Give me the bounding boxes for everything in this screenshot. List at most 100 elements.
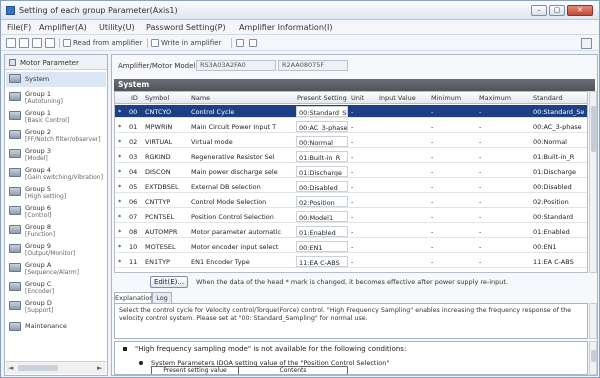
read-from-amplifier-button[interactable]: Read from amplifier [73, 39, 142, 47]
sidebar-item-group8[interactable]: Group 8 [Function] [6, 223, 106, 240]
cell-max: - [479, 138, 482, 146]
cell-std: 00:AC_3-phase [533, 123, 582, 131]
cell-min: - [431, 198, 434, 206]
column-header[interactable]: Maximum [479, 94, 511, 102]
cell-name: EN1 Encoder Type [191, 258, 250, 266]
sidebar-item-groupD[interactable]: Group D [Support] [6, 299, 106, 316]
panel-toggle-icon[interactable] [581, 38, 592, 49]
cell-max: - [479, 108, 482, 116]
undo-icon[interactable] [236, 39, 244, 47]
detail-panel: "High frequency sampling mode" is not av… [114, 341, 588, 375]
column-header[interactable]: Input Value [379, 94, 416, 102]
column-header[interactable]: Minimum [431, 94, 461, 102]
read-icon[interactable] [63, 39, 71, 47]
preview-icon[interactable] [45, 38, 55, 48]
cell-name: Position Control Selection [191, 213, 274, 221]
minimize-button[interactable]: – [531, 5, 547, 16]
scrollbar-thumb[interactable] [18, 365, 58, 371]
cell-max: - [479, 153, 482, 161]
column-header[interactable]: Name [191, 94, 210, 102]
group-icon [9, 322, 21, 331]
sidebar-item-maintenance[interactable]: Maintenance [6, 320, 106, 333]
table-row[interactable]: * 07 PCNTSEL Position Control Selection 00:M… [115, 210, 587, 223]
cell-mark: * [118, 153, 122, 161]
menu-amplifier[interactable]: Amplifier(A) [39, 23, 87, 32]
table-row[interactable]: * 04 DISCON Main power discharge sele 01:Dis… [115, 165, 587, 178]
sidebar-horizontal-scrollbar[interactable]: ◄ ► [6, 361, 106, 374]
write-icon[interactable] [151, 39, 159, 47]
toolbar-separator [59, 38, 60, 48]
menu-amplifier-information[interactable]: Amplifier Information(I) [239, 23, 333, 32]
sidebar-item-sublabel: [Control] [25, 212, 52, 219]
sidebar-header[interactable]: Motor Parameter [5, 55, 107, 70]
sidebar-item-group4[interactable]: Group 4 [Gain switching/Vibration] [6, 166, 106, 183]
scrollbar-thumb[interactable] [591, 350, 596, 362]
new-icon[interactable] [6, 38, 16, 48]
sidebar-item-group3[interactable]: Group 3 [Model] [6, 147, 106, 164]
maximize-button[interactable]: ▢ [549, 5, 565, 16]
column-header[interactable]: ID [131, 94, 138, 102]
sidebar-item-group5[interactable]: Group 5 [High setting] [6, 185, 106, 202]
sidebar-item-group1-basic-control[interactable]: Group 1 [Basic Control] [6, 109, 106, 126]
sidebar-item-system[interactable]: System [6, 72, 106, 87]
section-title: System [114, 79, 595, 91]
sidebar-item-groupA[interactable]: Group A [Sequence/Alarm] [6, 261, 106, 278]
table-vertical-scrollbar[interactable] [589, 91, 597, 273]
cell-symbol: MOTESEL [145, 243, 176, 251]
menu-utility[interactable]: Utility(U) [99, 23, 135, 32]
cell-std: 00:Disabled [533, 183, 572, 191]
cell-name: Main Circuit Power Input T [191, 123, 277, 131]
sidebar-item-label: Group 1 [25, 90, 51, 98]
edit-button[interactable]: Edit(E)... [150, 276, 188, 288]
menu-password-setting[interactable]: Password Setting(P) [146, 23, 226, 32]
cell-symbol: VIRTUAL [145, 138, 173, 146]
table-row[interactable]: * 06 CNTTYP Control Mode Selection 02:Positi… [115, 195, 587, 208]
redo-icon[interactable] [249, 39, 257, 47]
sidebar-item-group6[interactable]: Group 6 [Control] [6, 204, 106, 221]
cell-symbol: EN1TYP [145, 258, 170, 266]
sidebar-item-group9[interactable]: Group 9 [Output/Monitor] [6, 242, 106, 259]
group-icon [9, 206, 21, 215]
tab-log[interactable]: Log [152, 292, 172, 303]
table-row[interactable]: * 01 MPWRIN Main Circuit Power Input T 00:AC… [115, 120, 587, 133]
column-header[interactable]: Present Setting [297, 94, 347, 102]
sidebar-item-group1-autotuning[interactable]: Group 1 [Autotuning] [6, 90, 106, 107]
table-row[interactable]: * 08 AUTOMPR Motor parameter automatic 01:En… [115, 225, 587, 238]
group-icon [9, 149, 21, 158]
write-in-amplifier-button[interactable]: Write in amplifier [161, 39, 221, 47]
table-row[interactable]: * 02 VIRTUAL Virtual mode 00:Normal - - -00:Nor… [115, 135, 587, 148]
explanation-scrollbar[interactable] [589, 303, 597, 339]
table-row[interactable]: * 10 MOTESEL Motor encoder input select 00:E… [115, 240, 587, 253]
table-row[interactable]: * 03 RGKIND Regenerative Resistor Sel 01:Bui… [115, 150, 587, 163]
detail-scrollbar[interactable] [589, 341, 597, 375]
table-row[interactable]: * 11 EN1TYP EN1 Encoder Type 11:EA C-ABS - - -1… [115, 255, 587, 268]
edit-row: Edit(E)... When the data of the head * m… [114, 276, 595, 289]
column-header[interactable]: Standard [533, 94, 563, 102]
cell-present: 00:Normal [296, 136, 348, 147]
scrollbar-thumb[interactable] [591, 106, 596, 152]
amplifier-model-field: RS3A03A2FA0 [196, 60, 276, 71]
sidebar-item-group2[interactable]: Group 2 [FF/Notch filter/observer] [6, 128, 106, 145]
table-row[interactable]: * 05 EXTDBSEL External DB selection 00:Disab… [115, 180, 587, 193]
cell-max: - [479, 228, 482, 236]
table-header: ID Symbol Name Present Setting Unit Inpu… [115, 92, 587, 104]
table-row[interactable]: * 00 CNTCYO Control Cycle 00:Standard_Se - - -0… [115, 105, 587, 118]
parameter-table: ID Symbol Name Present Setting Unit Inpu… [114, 91, 588, 273]
print-icon[interactable] [32, 38, 42, 48]
sidebar-item-groupC[interactable]: Group C [Encoder] [6, 280, 106, 297]
square-bullet-icon [123, 347, 127, 351]
group-icon [9, 74, 21, 83]
column-header[interactable]: Symbol [145, 94, 169, 102]
cell-std: 01:Built-in_R [533, 153, 575, 161]
menu-file[interactable]: File(F) [7, 23, 31, 32]
close-button[interactable]: ✕ [567, 5, 593, 16]
cell-unit: - [351, 258, 354, 266]
cell-std: 02:Position [533, 198, 569, 206]
scroll-right-icon[interactable]: ► [97, 364, 102, 372]
open-icon[interactable] [19, 38, 29, 48]
column-header[interactable]: Unit [351, 94, 364, 102]
tab-explanation[interactable]: Explanation [114, 292, 153, 303]
parameter-group-sidebar: Motor Parameter System Group 1 [Autotuni… [4, 54, 108, 376]
scroll-left-icon[interactable]: ◄ [8, 364, 13, 372]
edit-note: When the data of the head * mark is chan… [196, 278, 509, 286]
